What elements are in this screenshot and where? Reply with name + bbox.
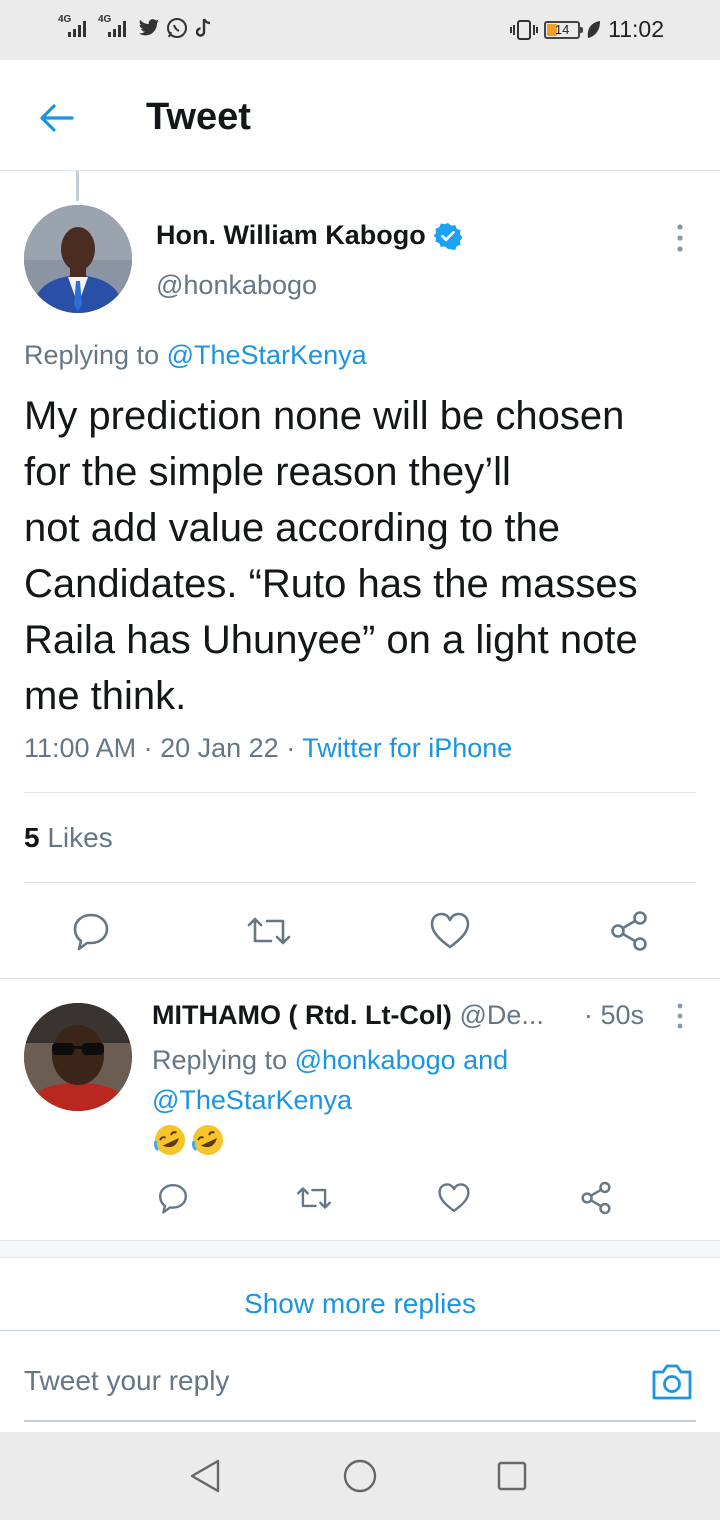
reply-author-handle[interactable]: @De...	[459, 1000, 543, 1030]
tweet-text: My prediction none will be chosen for th…	[24, 394, 638, 718]
signal-icon: 4G	[58, 14, 92, 40]
divider	[0, 1257, 720, 1258]
more-icon[interactable]	[670, 222, 690, 256]
leaf-icon	[587, 20, 601, 38]
reply-icon[interactable]	[68, 908, 114, 954]
app-header: Tweet	[0, 60, 720, 171]
reply-author[interactable]: MITHAMO ( Rtd. Lt-Col) @De...	[152, 1000, 544, 1031]
divider	[0, 1330, 720, 1331]
replying-to: Replying to @TheStarKenya	[24, 340, 367, 370]
whatsapp-icon	[167, 18, 187, 38]
tiktok-icon	[195, 18, 211, 37]
reply-avatar[interactable]	[24, 1003, 132, 1111]
vibrate-icon	[510, 19, 539, 40]
status-right: 14 11:02	[510, 16, 664, 43]
more-icon[interactable]	[670, 1002, 690, 1032]
camera-icon[interactable]	[650, 1360, 694, 1404]
replying-to-link[interactable]: @TheStarKenya	[167, 340, 367, 370]
tweet-time: 11:00 AM	[24, 733, 137, 763]
rofl-emoji-icon	[153, 1125, 223, 1155]
divider	[24, 792, 696, 793]
likes-count[interactable]: 5 Likes	[24, 822, 113, 854]
retweet-icon[interactable]	[244, 908, 294, 954]
thread-line	[76, 171, 79, 201]
verified-icon	[433, 222, 462, 250]
reply-actions	[0, 1180, 720, 1220]
replying-to-link[interactable]: @TheStarKenya	[152, 1085, 352, 1115]
tweet-meta: 11:00 AM · 20 Jan 22 · Twitter for iPhon…	[24, 733, 513, 763]
reply-time: · 50s	[584, 1000, 645, 1030]
section-gap	[0, 1241, 720, 1257]
like-icon[interactable]	[436, 1180, 472, 1216]
retweet-icon[interactable]	[294, 1180, 334, 1216]
reply-text: 🤣🤣	[152, 1122, 228, 1167]
twitter-notification-icon	[138, 19, 160, 36]
divider	[24, 882, 696, 883]
back-arrow-icon[interactable]	[36, 98, 76, 138]
system-nav-bar	[0, 1432, 720, 1520]
reply-replying-to: Replying to @honkabogo and @TheStarKenya	[152, 1045, 509, 1115]
author-name[interactable]: Hon. William Kabogo	[156, 220, 426, 251]
status-bar: 4G 4G 14 11:02	[0, 0, 720, 60]
reply-input[interactable]: Tweet your reply	[24, 1365, 229, 1397]
status-time: 11:02	[608, 16, 664, 42]
share-icon[interactable]	[578, 1180, 614, 1216]
status-left: 4G 4G	[58, 14, 214, 40]
divider	[0, 978, 720, 979]
share-icon[interactable]	[606, 908, 652, 954]
nav-recents-icon[interactable]	[496, 1460, 528, 1492]
reply-input-underline	[24, 1420, 696, 1422]
like-icon[interactable]	[426, 908, 474, 954]
author-handle[interactable]: @honkabogo	[156, 270, 317, 301]
tweet-source[interactable]: Twitter for iPhone	[302, 733, 512, 763]
tweet-date: 20 Jan 22	[160, 733, 279, 763]
replying-to-link[interactable]: @honkabogo	[295, 1045, 456, 1075]
battery-icon: 14	[544, 20, 584, 39]
show-more-replies-link[interactable]: Show more replies	[0, 1288, 720, 1320]
nav-home-icon[interactable]	[342, 1458, 378, 1494]
nav-back-icon[interactable]	[188, 1458, 222, 1494]
page-title: Tweet	[146, 96, 251, 138]
avatar[interactable]	[24, 205, 132, 313]
reply-author-name[interactable]: MITHAMO ( Rtd. Lt-Col)	[152, 1000, 452, 1030]
tweet-author[interactable]: Hon. William Kabogo	[156, 220, 462, 251]
signal-icon-2: 4G	[98, 14, 132, 40]
reply-icon[interactable]	[156, 1180, 190, 1216]
tweet-actions	[0, 908, 720, 958]
